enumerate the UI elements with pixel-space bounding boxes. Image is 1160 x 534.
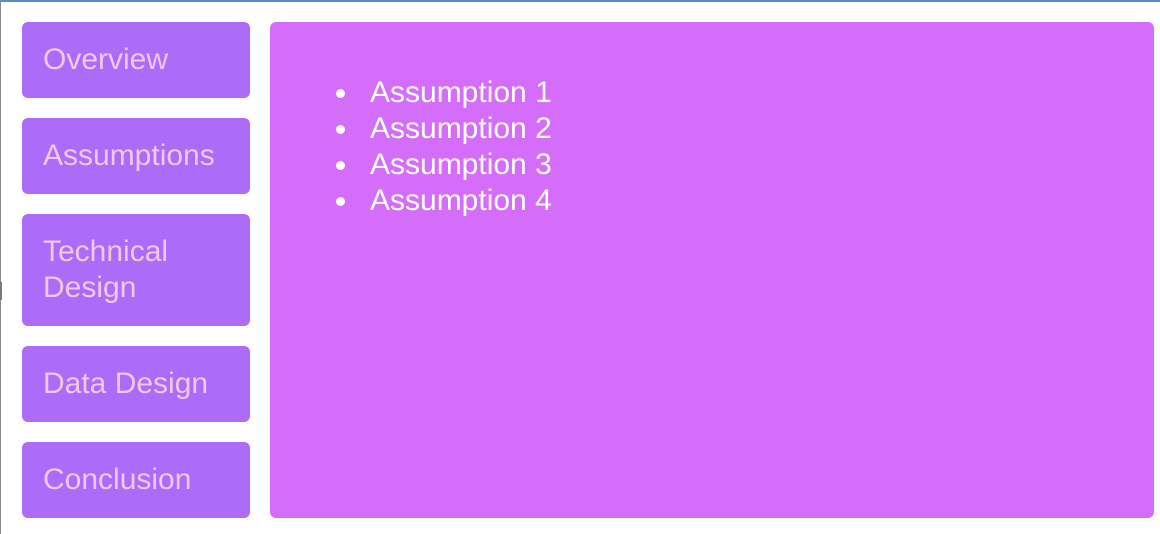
nav-item-overview[interactable]: Overview: [22, 22, 250, 98]
list-item-text: Assumption 4: [370, 184, 552, 217]
nav-item-label: Assumptions: [43, 139, 215, 172]
bullet-icon: [336, 197, 345, 206]
window-edge-marker: [0, 282, 2, 300]
list-item: Assumption 1: [336, 75, 552, 111]
nav-item-label: Conclusion: [43, 463, 192, 496]
bullet-icon: [336, 161, 345, 170]
list-item: Assumption 2: [336, 111, 552, 147]
nav-item-data-design[interactable]: Data Design: [22, 346, 250, 422]
nav-item-label: Data Design: [43, 367, 209, 400]
bullet-icon: [336, 125, 345, 134]
nav-item-conclusion[interactable]: Conclusion: [22, 442, 250, 518]
nav-item-label: Overview: [43, 43, 169, 76]
sidebar-nav: Overview Assumptions Technical Design Da…: [22, 22, 250, 518]
assumptions-list: Assumption 1 Assumption 2 Assumption 3 A…: [336, 75, 552, 219]
bullet-icon: [336, 89, 345, 98]
list-item-text: Assumption 3: [370, 148, 552, 181]
nav-item-assumptions[interactable]: Assumptions: [22, 118, 250, 194]
content-panel: Assumption 1 Assumption 2 Assumption 3 A…: [270, 22, 1154, 518]
list-item-text: Assumption 2: [370, 112, 552, 145]
list-item: Assumption 3: [336, 147, 552, 183]
list-item: Assumption 4: [336, 183, 552, 219]
nav-item-technical-design[interactable]: Technical Design: [22, 214, 250, 326]
nav-item-label: Technical Design: [43, 235, 169, 304]
list-item-text: Assumption 1: [370, 76, 552, 109]
